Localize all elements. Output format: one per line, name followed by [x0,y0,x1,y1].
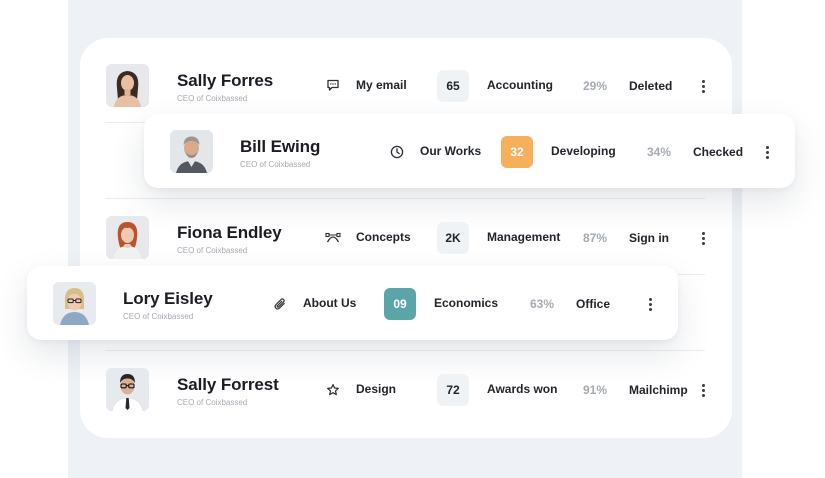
person-name[interactable]: Sally Forrest [177,375,279,395]
paperclip-icon [272,296,288,312]
table-row[interactable]: Lory Eisley CEO of Coixbassed About Us 0… [27,266,678,340]
percentage: 87% [583,231,608,245]
person-name[interactable]: Lory Eisley [123,289,213,309]
table-row[interactable]: Bill Ewing CEO of Coixbassed Our Works 3… [144,114,795,188]
person-name[interactable]: Fiona Endley [177,223,282,243]
row-divider [105,122,145,123]
category-label: Management [487,230,561,244]
category-label: Accounting [487,78,553,92]
more-options-icon[interactable] [697,230,709,246]
count-badge: 32 [501,136,533,168]
avatar [106,216,149,259]
clock-icon [389,144,405,160]
more-options-icon[interactable] [697,382,709,398]
percentage: 29% [583,79,608,93]
row-divider [105,350,705,351]
percentage: 34% [647,145,672,159]
table-row[interactable]: Fiona Endley CEO of Coixbassed Concepts … [80,200,732,274]
person-name[interactable]: Sally Forres [177,71,273,91]
item-label[interactable]: My email [356,78,407,92]
avatar [170,130,213,173]
message-icon [325,77,341,93]
status-label: Checked [693,145,744,159]
status-label: Office [576,297,611,311]
person-role: CEO of Coixbassed [177,94,248,103]
status-label: Mailchimp [629,383,688,397]
avatar [106,64,149,107]
more-options-icon[interactable] [697,78,709,94]
percentage: 91% [583,383,608,397]
person-role: CEO of Coixbassed [177,246,248,255]
table-row[interactable]: Sally Forrest CEO of Coixbassed Design 7… [80,352,732,426]
bezier-curve-icon [325,230,341,246]
item-label[interactable]: Design [356,382,396,396]
category-label: Economics [434,296,499,310]
table-row[interactable]: Sally Forres CEO of Coixbassed My email … [80,48,732,122]
person-name[interactable]: Bill Ewing [240,137,320,157]
count-badge: 2K [437,222,469,254]
count-badge: 09 [384,288,416,320]
row-divider [105,198,705,199]
item-label[interactable]: Concepts [356,230,411,244]
category-label: Awards won [487,382,558,396]
item-label[interactable]: Our Works [420,144,481,158]
avatar [53,282,96,325]
count-badge: 72 [437,374,469,406]
more-options-icon[interactable] [644,296,656,312]
star-icon [325,382,341,398]
status-label: Sign in [629,231,669,245]
item-label[interactable]: About Us [303,296,356,310]
more-options-icon[interactable] [761,144,773,160]
person-role: CEO of Coixbassed [240,160,311,169]
category-label: Developing [551,144,616,158]
row-divider [678,274,705,275]
person-role: CEO of Coixbassed [177,398,248,407]
status-label: Deleted [629,79,673,93]
avatar [106,368,149,411]
percentage: 63% [530,297,555,311]
count-badge: 65 [437,70,469,102]
person-role: CEO of Coixbassed [123,312,194,321]
